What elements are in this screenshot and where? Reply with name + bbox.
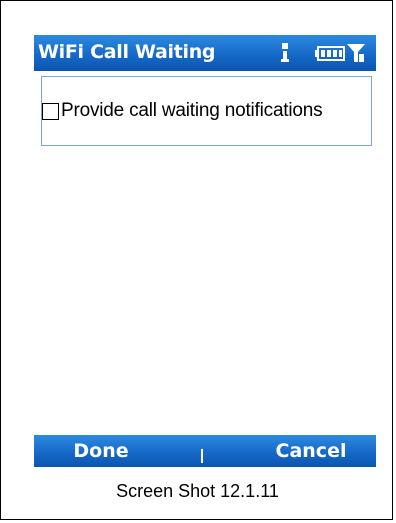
battery-icon [315,46,345,61]
antenna-icon [347,44,365,62]
figure-caption: Screen Shot 12.1.11 [116,481,279,501]
cancel-button[interactable]: Cancel [254,435,368,467]
softkey-bar: Done Cancel [34,435,376,467]
softkey-divider [201,449,203,463]
figure-frame: WiFi Call Waiting Provide call waiting n… [0,0,393,520]
signal-strength-icon [281,43,289,62]
call-waiting-option[interactable]: Provide call waiting notifications [42,98,323,124]
page-title: WiFi Call Waiting [38,41,216,63]
call-waiting-label: Provide call waiting notifications [61,100,323,121]
call-waiting-checkbox[interactable] [42,102,59,120]
done-button[interactable]: Done [46,435,156,467]
title-bar: WiFi Call Waiting [34,35,376,71]
options-panel: Provide call waiting notifications [41,76,372,146]
phone-screen: WiFi Call Waiting Provide call waiting n… [34,35,376,467]
